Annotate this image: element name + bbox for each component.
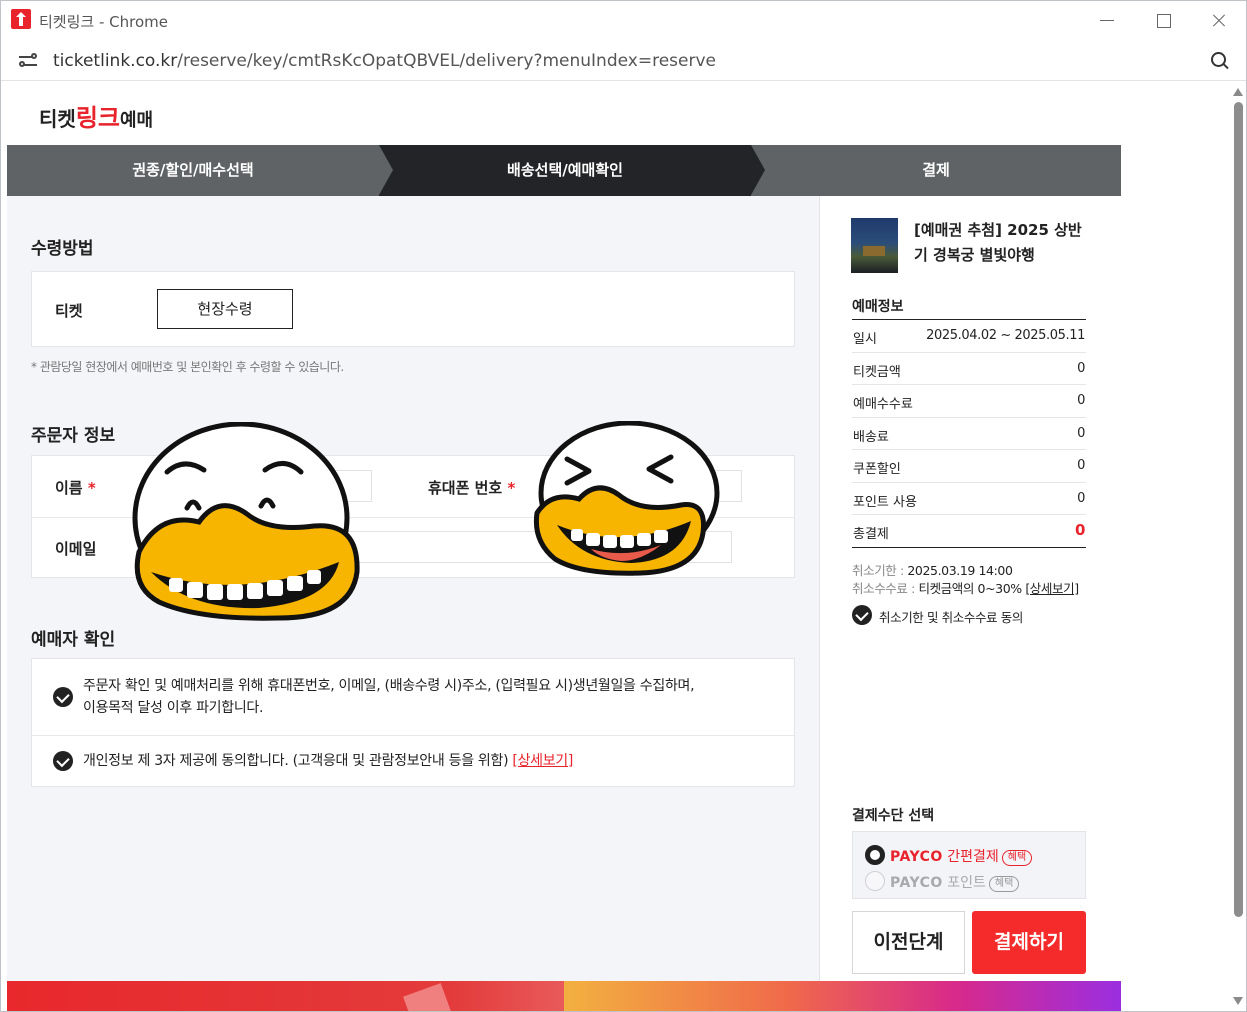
info-row-delivery-fee: 배송료 0: [852, 418, 1086, 450]
minimize-icon[interactable]: [1095, 9, 1119, 33]
pay-button[interactable]: 결제하기: [972, 911, 1086, 974]
step-indicator: 권종/할인/매수선택 배송선택/예매확인 결제: [7, 145, 1121, 196]
promo-banner-left[interactable]: [7, 981, 564, 1011]
payco-point-radio[interactable]: [865, 871, 885, 891]
duck-sticker-smile: [132, 422, 360, 621]
ticketlink-logo[interactable]: 티켓링크예매: [39, 98, 153, 133]
info-row-coupon: 쿠폰할인 0: [852, 450, 1086, 483]
close-icon[interactable]: [1207, 9, 1231, 33]
booking-info-title: 예매정보: [852, 299, 904, 315]
title-bar: 티켓링크 - Chrome: [1, 1, 1246, 41]
page-content: 티켓링크예매 권종/할인/매수선택 배송선택/예매확인 결제 수령방법 티켓 현…: [7, 82, 1121, 1011]
cancel-deadline: 취소기한 : 2025.03.19 14:00: [852, 563, 1013, 578]
scroll-down-icon[interactable]: [1233, 997, 1243, 1005]
payment-method-title: 결제수단 선택: [852, 808, 935, 824]
scroll-thumb[interactable]: [1234, 102, 1243, 917]
promo-banner-right[interactable]: [564, 981, 1121, 1011]
cancel-fee-detail-link[interactable]: [상세보기]: [1025, 581, 1079, 596]
booker-confirm-title: 예매자 확인: [31, 630, 116, 650]
step-notch: [379, 145, 393, 195]
step-ticket-selection: 권종/할인/매수선택: [132, 161, 254, 179]
email-label: 이메일: [55, 540, 97, 558]
site-settings-icon[interactable]: [19, 53, 37, 69]
info-row-date: 일시 2025.04.02 ~ 2025.05.11: [852, 320, 1086, 353]
booker-confirm-box: 주문자 확인 및 예매처리를 위해 휴대폰번호, 이메일, (배송수령 시)주소…: [31, 658, 795, 787]
scroll-up-icon[interactable]: [1233, 88, 1243, 96]
step-payment: 결제: [922, 161, 950, 179]
orderer-info-title: 주문자 정보: [31, 426, 116, 446]
cancel-agree-check-icon[interactable]: [852, 605, 872, 625]
window-title: 티켓링크 - Chrome: [39, 13, 168, 31]
browser-window: 티켓링크 - Chrome ticketlink.co.kr/reserve/k…: [0, 0, 1247, 1012]
zoom-icon[interactable]: [1210, 51, 1230, 71]
privacy-detail-link[interactable]: [상세보기]: [512, 753, 573, 769]
address-bar[interactable]: ticketlink.co.kr/reserve/key/cmtRsKcOpat…: [1, 41, 1246, 81]
event-poster-image: [851, 218, 898, 273]
info-row-booking-fee: 예매수수료 0: [852, 385, 1086, 418]
onsite-pickup-button[interactable]: 현장수령: [157, 289, 293, 329]
consent-third-party-text: 개인정보 제 3자 제공에 동의합니다. (고객응대 및 관람정보안내 등을 위…: [83, 753, 574, 769]
step-delivery-confirm: 배송선택/예매확인: [379, 145, 751, 196]
name-label: 이름 *: [55, 479, 96, 497]
receive-method-box: 티켓 현장수령: [31, 271, 795, 347]
payco-easypay-label[interactable]: PAYCO 간편결제 혜택: [890, 846, 1033, 866]
maximize-icon[interactable]: [1151, 9, 1175, 33]
phone-label: 휴대폰 번호 *: [428, 479, 516, 497]
consent-third-party-check-icon[interactable]: [53, 751, 73, 771]
consent-collect-text: 주문자 확인 및 예매처리를 위해 휴대폰번호, 이메일, (배송수령 시)주소…: [83, 678, 695, 716]
page-scrollbar[interactable]: [1229, 82, 1246, 1011]
benefit-badge: 혜택: [988, 876, 1020, 892]
payco-easypay-radio[interactable]: [865, 845, 885, 865]
url-text[interactable]: ticketlink.co.kr/reserve/key/cmtRsKcOpat…: [53, 51, 716, 71]
promo-banner[interactable]: [7, 981, 1121, 1011]
info-row-total: 총결제 0: [852, 515, 1086, 548]
booking-info-table: 일시 2025.04.02 ~ 2025.05.11 티켓금액 0 예매수수료 0 배…: [852, 319, 1086, 548]
pickup-note: * 관람당일 현장에서 예매번호 및 본인확인 후 수령할 수 있습니다.: [31, 360, 344, 374]
payco-point-label[interactable]: PAYCO 포인트 혜택: [890, 872, 1020, 892]
consent-collect-row[interactable]: 주문자 확인 및 예매처리를 위해 휴대폰번호, 이메일, (배송수령 시)주소…: [32, 659, 794, 735]
cancel-fee: 취소수수료 : 티켓금액의 0~30% [상세보기]: [852, 581, 1079, 596]
info-row-ticket-price: 티켓금액 0: [852, 353, 1086, 385]
booking-summary-panel: [예매권 추첨] 2025 상반기 경복궁 별빛야행 예매정보 일시 2025.0…: [820, 196, 1121, 1011]
receive-method-title: 수령방법: [31, 239, 94, 259]
previous-step-button[interactable]: 이전단계: [852, 911, 965, 974]
payment-method-box: PAYCO 간편결제 혜택 PAYCO 포인트 혜택: [852, 831, 1086, 899]
ticketlink-favicon-icon: [11, 9, 31, 29]
ticket-label: 티켓: [55, 302, 83, 320]
consent-collect-check-icon[interactable]: [53, 687, 73, 707]
product-title: [예매권 추첨] 2025 상반기 경복궁 별빛야행: [914, 221, 1082, 264]
info-row-points: 포인트 사용 0: [852, 483, 1086, 515]
duck-sticker-laugh: [533, 421, 720, 576]
consent-third-party-row[interactable]: 개인정보 제 3자 제공에 동의합니다. (고객응대 및 관람정보안내 등을 위…: [32, 736, 794, 787]
benefit-badge: 혜택: [1001, 850, 1033, 866]
